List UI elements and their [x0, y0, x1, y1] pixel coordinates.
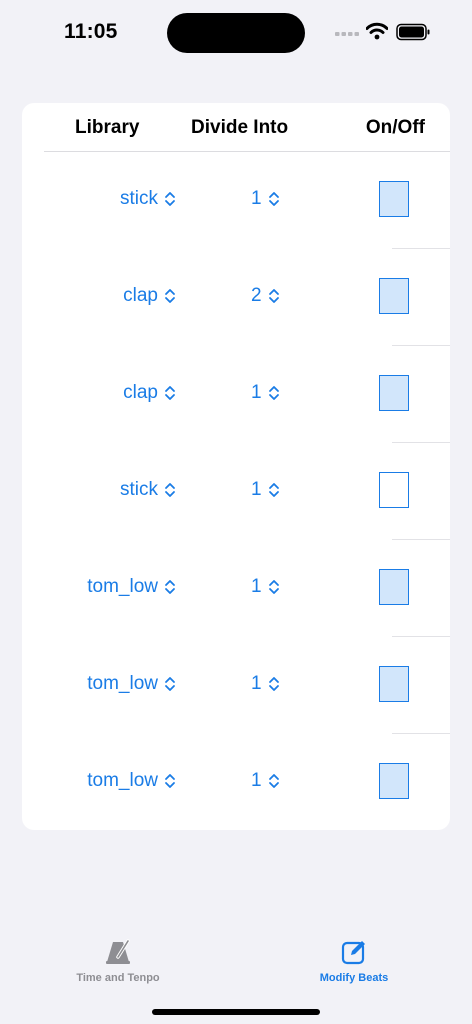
- header-on-off: On/Off: [365, 117, 425, 138]
- library-picker[interactable]: stick: [120, 479, 176, 501]
- divide-picker[interactable]: 1: [251, 673, 280, 695]
- library-picker[interactable]: tom_low: [87, 673, 176, 695]
- chevron-updown-icon: [165, 677, 175, 691]
- divide-picker[interactable]: 1: [251, 188, 280, 210]
- on-off-toggle[interactable]: [379, 763, 409, 799]
- tab-time-and-tempo[interactable]: Time and Tenpo: [38, 938, 198, 984]
- chevron-updown-icon: [165, 192, 175, 206]
- divide-value: 1: [251, 382, 262, 403]
- library-picker[interactable]: tom_low: [87, 576, 176, 598]
- chevron-updown-icon: [165, 580, 175, 594]
- divide-picker[interactable]: 2: [251, 285, 280, 307]
- library-value: tom_low: [87, 770, 158, 791]
- chevron-updown-icon: [268, 677, 279, 691]
- beat-row-6: tom_low 1: [22, 637, 450, 734]
- library-picker[interactable]: tom_low: [87, 770, 176, 792]
- on-off-toggle[interactable]: [379, 278, 409, 314]
- divide-picker[interactable]: 1: [251, 479, 280, 501]
- divide-value: 2: [251, 285, 262, 306]
- divide-value: 1: [251, 479, 262, 500]
- chevron-updown-icon: [268, 192, 279, 206]
- divide-value: 1: [251, 673, 262, 694]
- table-header-row: Library Divide Into On/Off: [22, 103, 450, 151]
- metronome-icon: [106, 939, 130, 964]
- chevron-updown-icon: [165, 386, 175, 400]
- beats-table-card: Library Divide Into On/Off stick 1 clap …: [22, 103, 450, 830]
- chevron-updown-icon: [165, 289, 175, 303]
- on-off-toggle[interactable]: [379, 375, 409, 411]
- dynamic-island: [167, 13, 305, 53]
- chevron-updown-icon: [268, 483, 279, 497]
- on-off-toggle[interactable]: [379, 472, 409, 508]
- beat-row-7: tom_low 1: [22, 734, 450, 830]
- chevron-updown-icon: [268, 289, 279, 303]
- header-library: Library: [75, 117, 140, 138]
- divide-value: 1: [251, 770, 262, 791]
- library-value: tom_low: [87, 673, 158, 694]
- library-value: clap: [123, 285, 158, 306]
- wifi-icon: [366, 22, 388, 40]
- beat-row-4: stick 1: [22, 443, 450, 540]
- tab-label: Time and Tenpo: [76, 972, 160, 984]
- library-picker[interactable]: clap: [123, 285, 176, 307]
- header-divide-into: Divide Into: [191, 117, 289, 138]
- library-picker[interactable]: stick: [120, 188, 176, 210]
- status-time: 11:05: [64, 20, 118, 43]
- tab-label: Modify Beats: [319, 972, 389, 984]
- divide-picker[interactable]: 1: [251, 576, 280, 598]
- library-picker[interactable]: clap: [123, 382, 176, 404]
- on-off-toggle[interactable]: [379, 666, 409, 702]
- on-off-toggle[interactable]: [379, 569, 409, 605]
- library-value: tom_low: [87, 576, 158, 597]
- tab-modify-beats[interactable]: Modify Beats: [274, 938, 434, 984]
- on-off-toggle[interactable]: [379, 181, 409, 217]
- divide-picker[interactable]: 1: [251, 382, 280, 404]
- divide-value: 1: [251, 576, 262, 597]
- chevron-updown-icon: [165, 483, 175, 497]
- beat-row-3: clap 1: [22, 346, 450, 443]
- library-value: stick: [120, 479, 158, 500]
- chevron-updown-icon: [268, 580, 279, 594]
- chevron-updown-icon: [268, 774, 279, 788]
- divide-picker[interactable]: 1: [251, 770, 280, 792]
- chevron-updown-icon: [268, 386, 279, 400]
- library-value: stick: [120, 188, 158, 209]
- beat-row-2: clap 2: [22, 249, 450, 346]
- beat-row-5: tom_low 1: [22, 540, 450, 637]
- cellular-signal-icon: [335, 32, 359, 36]
- home-indicator: [152, 1009, 320, 1015]
- library-value: clap: [123, 382, 158, 403]
- battery-icon: [396, 23, 430, 41]
- edit-square-icon: [341, 941, 365, 965]
- chevron-updown-icon: [165, 774, 175, 788]
- beat-row-1: stick 1: [22, 152, 450, 249]
- divide-value: 1: [251, 188, 262, 209]
